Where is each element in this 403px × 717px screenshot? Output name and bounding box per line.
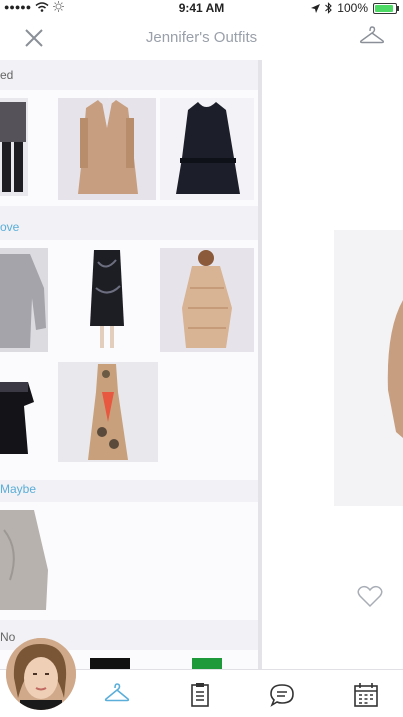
sequin-dress-image bbox=[182, 250, 232, 348]
outfit-thumbnail[interactable] bbox=[0, 248, 48, 352]
chat-icon[interactable] bbox=[269, 682, 295, 708]
outfit-thumbnail[interactable] bbox=[0, 510, 50, 614]
grey-wrap-top-image bbox=[0, 510, 48, 610]
outfit-list-panel[interactable]: ed ove Maybe No bbox=[0, 60, 262, 669]
section-row-maybe bbox=[0, 502, 258, 620]
hanger-icon[interactable] bbox=[104, 682, 130, 708]
navigation-header: Jennifer's Outfits bbox=[0, 16, 403, 61]
section-label: ed bbox=[0, 68, 14, 82]
avatar[interactable] bbox=[6, 638, 76, 710]
bluetooth-icon bbox=[325, 2, 333, 14]
page-title: Jennifer's Outfits bbox=[145, 29, 258, 46]
section-header-liked: ed bbox=[0, 64, 258, 84]
floral-maxi-dress-image bbox=[88, 364, 128, 460]
section-header-love: ove bbox=[0, 216, 258, 236]
grey-sweater-image bbox=[0, 254, 46, 348]
outfit-thumbnail[interactable] bbox=[58, 362, 158, 462]
outfit-thumbnail[interactable] bbox=[0, 98, 28, 196]
hanger-icon[interactable] bbox=[359, 26, 385, 48]
section-row-love bbox=[0, 240, 258, 480]
section-header-maybe: Maybe bbox=[0, 478, 258, 498]
status-bar: ●●●●● 9:41 AM 100% bbox=[0, 0, 403, 16]
black-coat-image bbox=[176, 102, 240, 194]
outfit-thumbnail[interactable] bbox=[90, 658, 130, 669]
section-label: No bbox=[0, 630, 16, 644]
section-label: Maybe bbox=[0, 482, 37, 496]
outfit-thumbnail[interactable] bbox=[58, 248, 156, 352]
location-arrow-icon bbox=[311, 3, 321, 13]
outfit-thumbnail[interactable] bbox=[58, 98, 156, 200]
outfit-thumbnail[interactable] bbox=[192, 658, 222, 669]
heart-icon[interactable] bbox=[357, 585, 383, 609]
black-dress-image bbox=[90, 250, 124, 348]
outfit-thumbnail[interactable] bbox=[0, 362, 36, 462]
outfit-thumbnail[interactable] bbox=[160, 248, 254, 352]
outfit-thumbnail[interactable] bbox=[160, 98, 254, 200]
section-label: ove bbox=[0, 220, 20, 234]
checklist-icon[interactable] bbox=[187, 682, 213, 708]
camel-coat-image bbox=[78, 100, 138, 194]
calendar-icon[interactable] bbox=[353, 682, 379, 708]
detail-garment-image bbox=[334, 230, 403, 506]
battery-percent: 100% bbox=[337, 1, 368, 15]
lace-dress-image bbox=[0, 382, 34, 454]
section-row-liked bbox=[0, 90, 258, 206]
top-pants-image bbox=[0, 102, 26, 192]
outfit-detail-panel[interactable] bbox=[262, 60, 403, 669]
battery-icon bbox=[373, 2, 399, 14]
